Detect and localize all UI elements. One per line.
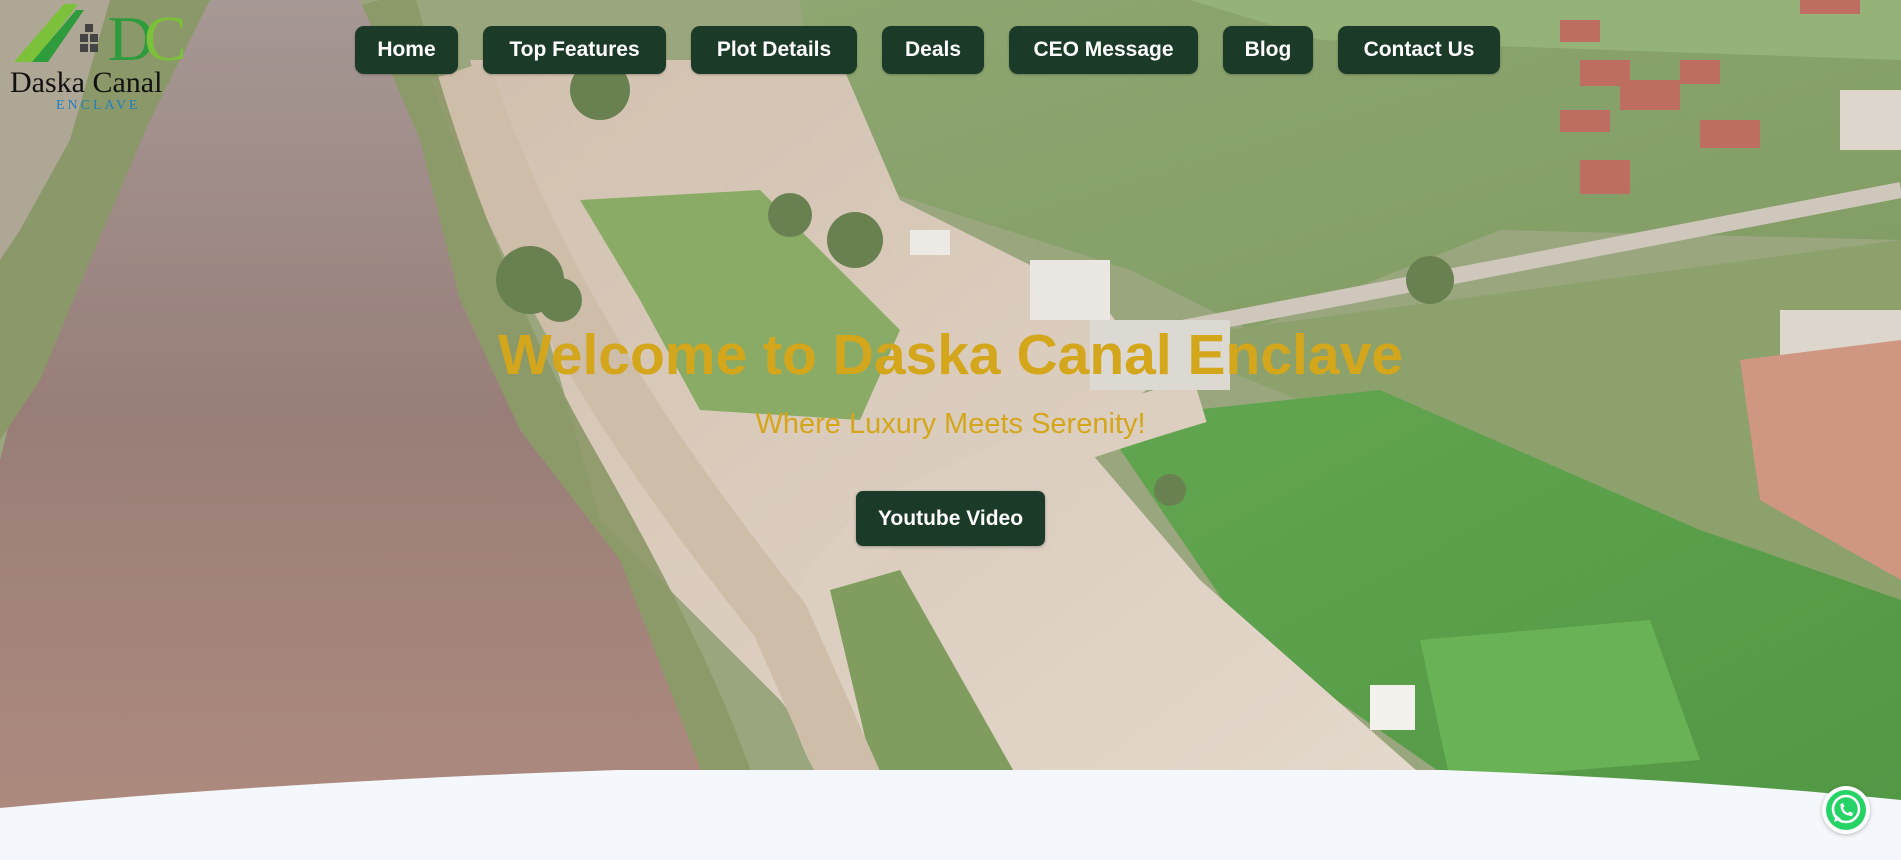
nav-contact-us[interactable]: Contact Us xyxy=(1338,26,1500,74)
hero-bottom-wave xyxy=(0,770,1901,820)
svg-text:C: C xyxy=(144,3,187,70)
logo-subtext: ENCLAVE xyxy=(56,98,141,113)
nav-top-features[interactable]: Top Features xyxy=(483,26,666,74)
hero-title: Welcome to Daska Canal Enclave xyxy=(497,323,1403,387)
nav-deals[interactable]: Deals xyxy=(882,26,984,74)
logo-text: Daska Canal xyxy=(10,66,163,99)
nav-blog[interactable]: Blog xyxy=(1223,26,1313,74)
whatsapp-button[interactable] xyxy=(1822,786,1870,834)
nav-home[interactable]: Home xyxy=(355,26,458,74)
hero-subtitle: Where Luxury Meets Serenity! xyxy=(755,408,1146,440)
logo-mark-icon: D C xyxy=(14,3,187,74)
site-logo[interactable]: D C Daska Canal ENCLAVE xyxy=(4,0,194,113)
youtube-video-button[interactable]: Youtube Video xyxy=(856,491,1045,546)
nav-ceo-message[interactable]: CEO Message xyxy=(1009,26,1198,74)
whatsapp-icon xyxy=(1826,790,1866,830)
nav-plot-details[interactable]: Plot Details xyxy=(691,26,857,74)
